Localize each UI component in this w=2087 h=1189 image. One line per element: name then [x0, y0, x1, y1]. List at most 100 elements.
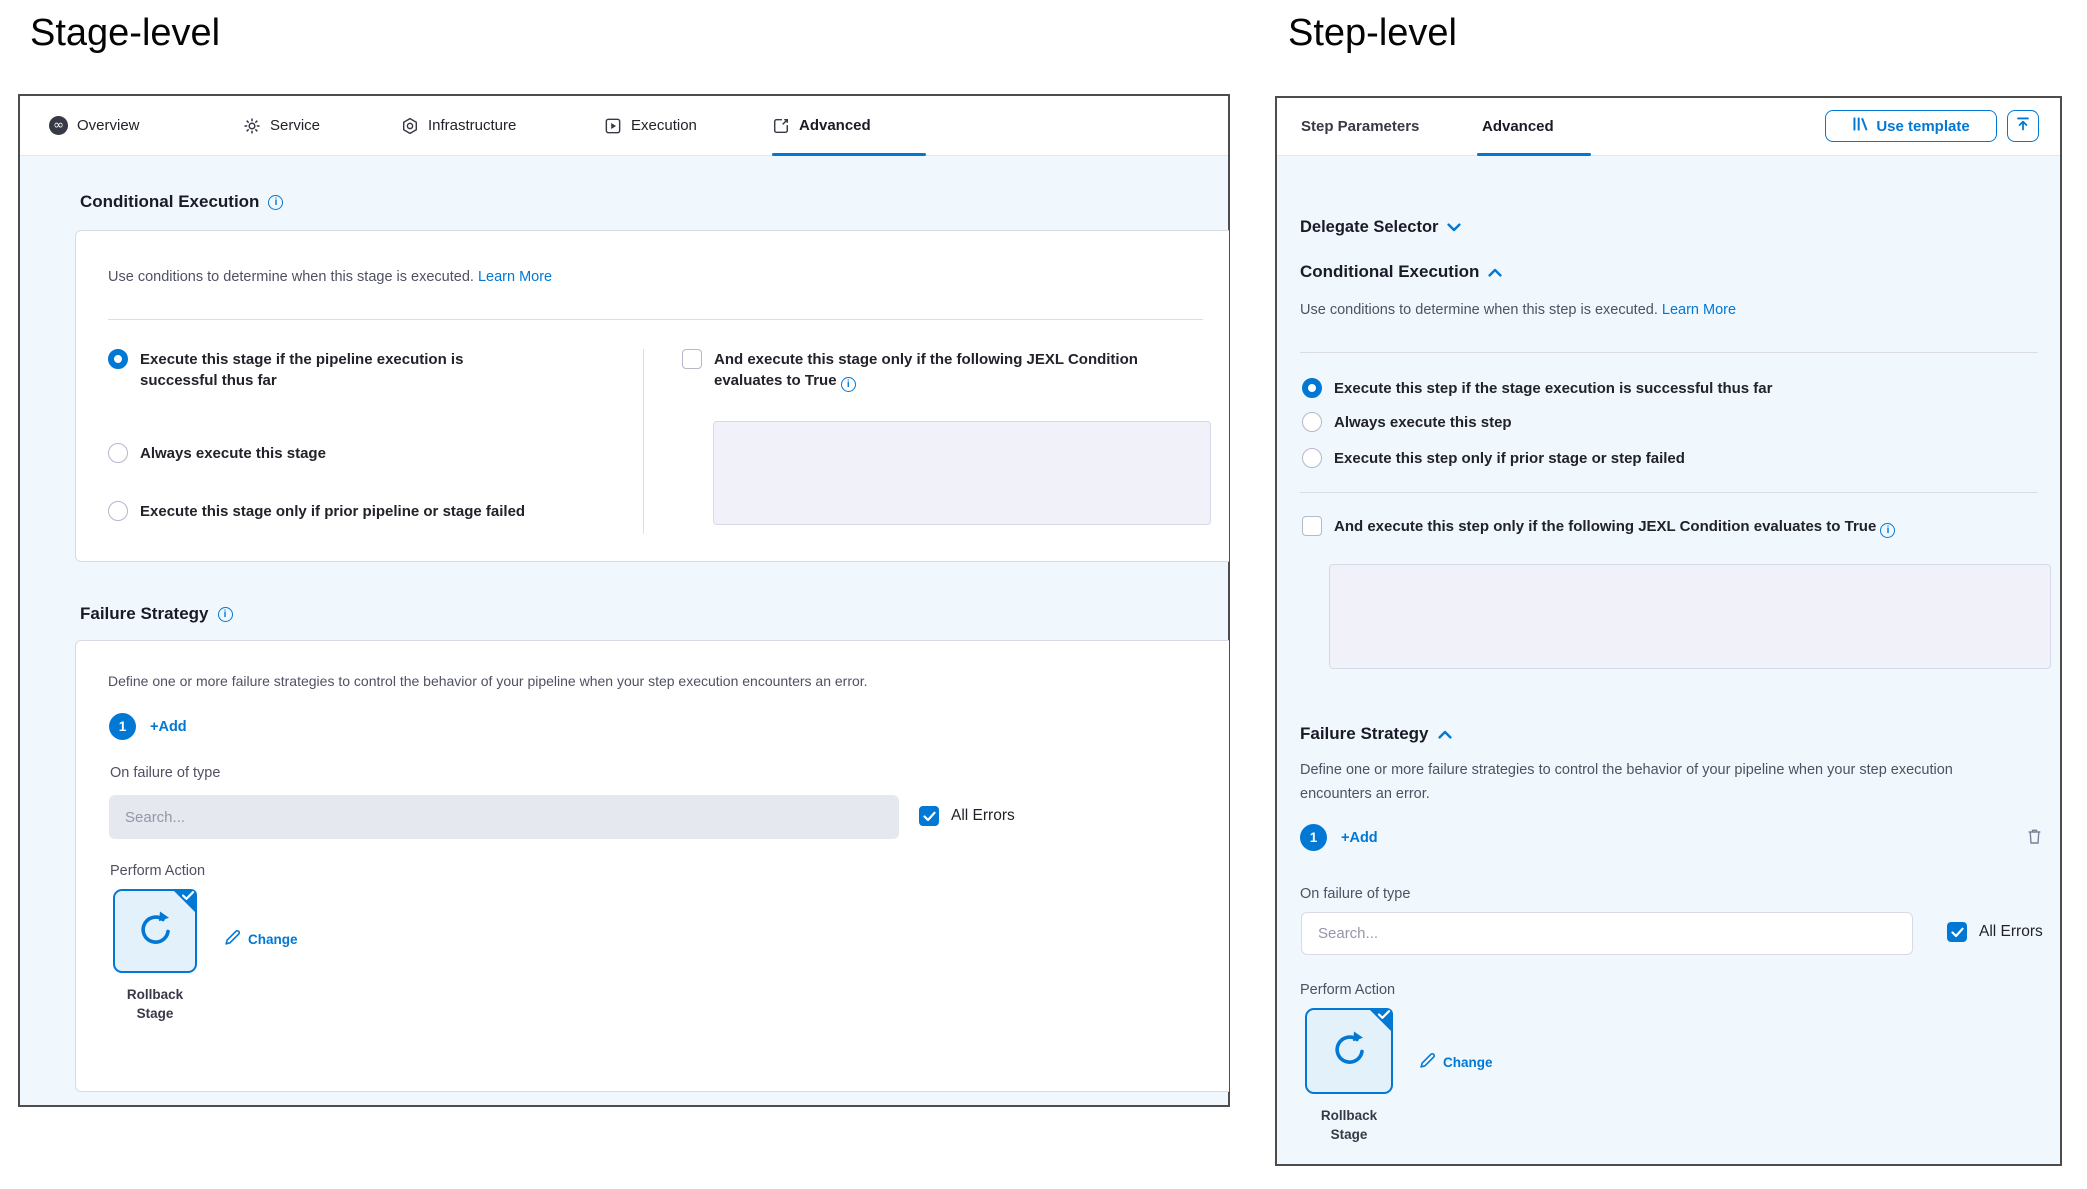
add-strategy-button[interactable]: +Add	[150, 719, 187, 735]
radio-always-execute[interactable]: Always execute this stage	[108, 443, 326, 464]
step-panel: Step Parameters Advanced Use template De…	[1275, 96, 2062, 1166]
radio-execute-if-failed[interactable]: Execute this stage only if prior pipelin…	[108, 501, 525, 522]
strategy-row: 1 +Add	[1300, 824, 1378, 851]
failure-type-search-input[interactable]	[109, 795, 899, 839]
rollback-icon	[1328, 1028, 1370, 1075]
jexl-condition-checkbox-row[interactable]: And execute this step only if the follow…	[1302, 516, 1895, 538]
tab-overview[interactable]: ∞ Overview	[49, 96, 140, 155]
pencil-icon	[1419, 1052, 1436, 1072]
gear-icon	[243, 117, 261, 135]
radio-label: Execute this step only if prior stage or…	[1334, 448, 1685, 469]
jexl-condition-checkbox-row[interactable]: And execute this stage only if the follo…	[682, 349, 1159, 392]
checkbox-checked-icon[interactable]	[1947, 922, 1967, 942]
tab-label: Overview	[77, 117, 140, 134]
heading-text: Failure Strategy	[1300, 724, 1429, 744]
step-tabbar: Step Parameters Advanced Use template	[1277, 98, 2060, 156]
failure-description: Define one or more failure strategies to…	[1300, 758, 2000, 806]
description-text: Use conditions to determine when this st…	[1300, 302, 1658, 318]
failure-type-search-input[interactable]	[1301, 912, 1913, 955]
tab-infrastructure[interactable]: Infrastructure	[401, 96, 516, 155]
heading-text: Conditional Execution	[80, 192, 259, 212]
radio-icon[interactable]	[1302, 412, 1322, 432]
checkbox-checked-icon[interactable]	[919, 806, 939, 826]
strategy-count-badge[interactable]: 1	[1300, 824, 1327, 851]
perform-action-label: Perform Action	[1300, 982, 1395, 998]
upload-icon	[2015, 116, 2031, 136]
radio-label: Execute this step if the stage execution…	[1334, 378, 1772, 399]
step-level-title: Step-level	[1288, 12, 1457, 55]
all-errors-row[interactable]: All Errors	[919, 806, 1015, 826]
change-action-link[interactable]: Change	[1419, 1052, 1493, 1072]
all-errors-row[interactable]: All Errors	[1947, 922, 2043, 942]
learn-more-link[interactable]: Learn More	[478, 269, 552, 285]
tab-label: Execution	[631, 117, 697, 134]
radio-icon[interactable]	[108, 443, 128, 463]
change-action-link[interactable]: Change	[224, 929, 298, 949]
radio-icon[interactable]	[108, 501, 128, 521]
action-name-line1: Rollback	[1279, 1106, 1419, 1125]
use-template-button[interactable]: Use template	[1825, 110, 1997, 142]
radio-label: Execute this stage if the pipeline execu…	[140, 349, 518, 391]
jexl-label: And execute this stage only if the follo…	[714, 351, 1138, 389]
tab-step-parameters[interactable]: Step Parameters	[1301, 98, 1419, 155]
radio-icon[interactable]	[1302, 448, 1322, 468]
info-icon[interactable]	[841, 377, 856, 392]
trash-icon[interactable]	[2027, 828, 2042, 850]
tab-execution[interactable]: Execution	[604, 96, 697, 155]
save-as-template-button[interactable]	[2007, 110, 2039, 142]
strategy-count-badge[interactable]: 1	[109, 713, 136, 740]
action-name-line2: Stage	[86, 1004, 224, 1023]
radio-execute-if-failed[interactable]: Execute this step only if prior stage or…	[1302, 448, 1685, 469]
divider	[1300, 492, 2038, 493]
strategy-row: 1 +Add	[109, 713, 187, 740]
info-icon[interactable]	[1880, 523, 1895, 538]
failure-strategy-heading[interactable]: Failure Strategy	[1300, 724, 1452, 744]
radio-execute-if-successful[interactable]: Execute this stage if the pipeline execu…	[108, 349, 518, 391]
failure-strategy-heading: Failure Strategy	[80, 604, 233, 624]
all-errors-label: All Errors	[1979, 923, 2043, 941]
checkbox-icon[interactable]	[1302, 516, 1322, 536]
page: Stage-level Step-level ∞ Overview Servic…	[0, 0, 2087, 1189]
action-name: Rollback Stage	[86, 985, 224, 1023]
pencil-icon	[224, 929, 241, 949]
jexl-condition-input[interactable]	[1329, 564, 2051, 669]
tab-advanced[interactable]: Advanced	[772, 96, 871, 155]
divider	[108, 319, 1203, 320]
chevron-up-icon	[1488, 262, 1502, 282]
radio-label: Always execute this step	[1334, 412, 1512, 433]
delegate-selector-heading[interactable]: Delegate Selector	[1300, 218, 1461, 237]
rollback-stage-action-card[interactable]	[113, 889, 197, 973]
failure-description: Define one or more failure strategies to…	[108, 671, 868, 691]
tab-label: Service	[270, 117, 320, 134]
tab-advanced[interactable]: Advanced	[1482, 98, 1554, 155]
conditional-execution-heading: Conditional Execution	[80, 192, 283, 212]
overview-icon: ∞	[49, 116, 68, 135]
external-square-icon	[772, 117, 790, 135]
radio-label: Always execute this stage	[140, 443, 326, 464]
rollback-stage-action-card[interactable]	[1305, 1008, 1393, 1094]
tab-label: Step Parameters	[1301, 118, 1419, 135]
conditional-execution-card: Use conditions to determine when this st…	[75, 230, 1229, 562]
radio-execute-if-successful[interactable]: Execute this step if the stage execution…	[1302, 378, 1772, 399]
info-icon[interactable]	[268, 195, 283, 210]
info-icon[interactable]	[218, 607, 233, 622]
action-name-line1: Rollback	[86, 985, 224, 1004]
selected-check-badge	[170, 889, 197, 921]
tab-label: Advanced	[799, 117, 871, 134]
jexl-label: And execute this step only if the follow…	[1334, 518, 1876, 535]
jexl-condition-input[interactable]	[713, 421, 1211, 525]
add-strategy-button[interactable]: +Add	[1341, 830, 1378, 846]
change-label: Change	[1443, 1055, 1493, 1070]
play-square-icon	[604, 117, 622, 135]
tab-service[interactable]: Service	[243, 96, 320, 155]
checkbox-icon[interactable]	[682, 349, 702, 369]
perform-action-label: Perform Action	[110, 863, 205, 879]
radio-selected-icon[interactable]	[108, 349, 128, 369]
selected-check-badge	[1366, 1008, 1393, 1040]
heading-text: Conditional Execution	[1300, 262, 1479, 282]
conditional-execution-heading[interactable]: Conditional Execution	[1300, 262, 1502, 282]
learn-more-link[interactable]: Learn More	[1662, 302, 1736, 318]
radio-always-execute[interactable]: Always execute this step	[1302, 412, 1512, 433]
radio-selected-icon[interactable]	[1302, 378, 1322, 398]
action-name-line2: Stage	[1279, 1125, 1419, 1144]
